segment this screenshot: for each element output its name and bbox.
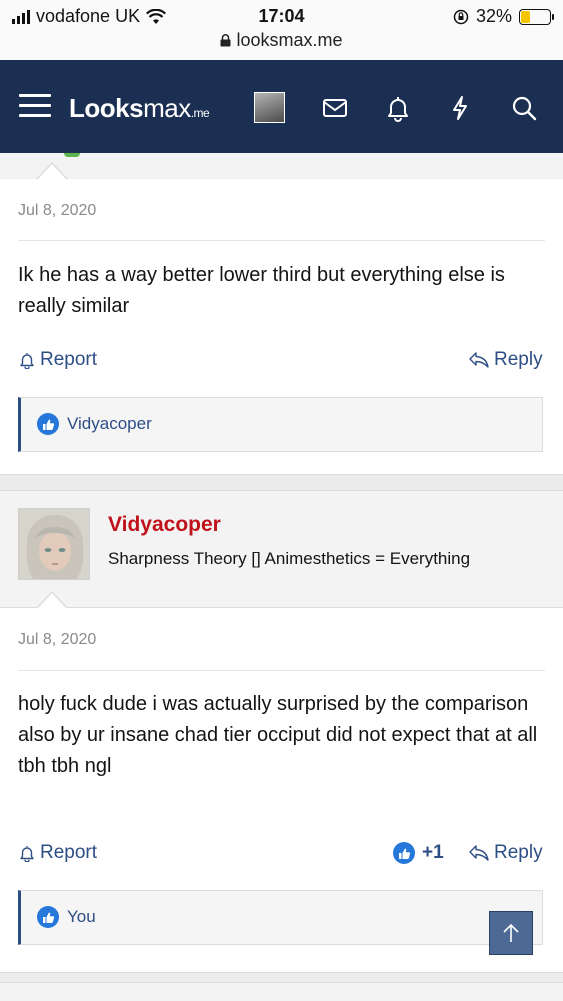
post-date[interactable]: Jul 8, 2020 <box>18 631 96 649</box>
post-caret-fill <box>37 593 67 609</box>
orientation-lock-icon <box>453 9 469 24</box>
menu-icon[interactable] <box>19 94 51 118</box>
reply-icon <box>469 845 489 861</box>
status-bar: vodafone UK 17:04 32% looksmax.me <box>0 0 563 60</box>
post-1: Jul 8, 2020 Ik he has a way better lower… <box>0 162 563 475</box>
divider <box>18 240 545 241</box>
reply-icon <box>469 352 489 368</box>
reactions-label[interactable]: You <box>67 907 96 927</box>
bell-icon[interactable] <box>384 94 412 122</box>
like-icon <box>37 413 59 435</box>
like-count: +1 <box>422 842 444 863</box>
online-indicator <box>64 153 80 157</box>
site-logo[interactable]: Looksmax.me <box>69 93 210 124</box>
report-label: Report <box>40 349 98 370</box>
post-caret-fill <box>37 164 67 180</box>
like-icon <box>37 906 59 928</box>
report-label: Report <box>40 842 98 863</box>
url-text: looksmax.me <box>236 30 343 50</box>
reply-label: Reply <box>494 842 543 863</box>
avatar-portrait <box>19 509 89 579</box>
username[interactable]: Vidyacoper <box>108 513 221 537</box>
search-icon[interactable] <box>510 94 538 122</box>
scroll-to-top-button[interactable] <box>489 911 533 955</box>
bell-icon <box>20 353 34 369</box>
divider <box>18 670 545 671</box>
post-body-line: holy fuck dude i was actually surprised … <box>18 693 529 715</box>
report-button[interactable]: Report <box>18 349 97 371</box>
battery-icon <box>519 8 554 25</box>
report-button[interactable]: Report <box>18 842 97 864</box>
battery-group: 32% <box>453 6 554 27</box>
site-navbar: Looksmax.me <box>0 60 563 153</box>
user-header: Vidyacoper Sharpness Theory [] Animesthe… <box>0 490 563 608</box>
user-title: Sharpness Theory [] Animesthetics = Ever… <box>108 549 471 568</box>
post-body-line: also by ur insane chad tier occiput did … <box>18 724 538 777</box>
like-count-button[interactable]: +1 <box>393 842 444 864</box>
post-body: holy fuck dude i was actually surprised … <box>18 689 545 782</box>
mail-icon[interactable] <box>321 94 349 122</box>
reply-label: Reply <box>494 349 543 370</box>
arrow-up-icon <box>503 923 519 942</box>
lock-icon <box>220 34 231 47</box>
reply-button[interactable]: Reply <box>468 349 543 371</box>
reactions-bar[interactable]: You <box>18 890 543 945</box>
reactions-label[interactable]: Vidyacoper <box>67 414 152 434</box>
post-2: Jul 8, 2020 holy fuck dude i was actuall… <box>0 591 563 973</box>
address-bar[interactable]: looksmax.me <box>0 30 563 51</box>
next-post-header <box>0 982 563 1001</box>
post-body: Ik he has a way better lower third but e… <box>18 264 505 317</box>
avatar[interactable] <box>18 508 90 580</box>
bell-icon <box>20 846 34 862</box>
post-date[interactable]: Jul 8, 2020 <box>18 202 96 220</box>
previous-user-header <box>0 153 563 180</box>
lightning-icon[interactable] <box>446 94 474 122</box>
like-icon <box>393 842 415 864</box>
reactions-bar[interactable]: Vidyacoper <box>18 397 543 452</box>
reply-button[interactable]: Reply <box>468 842 543 864</box>
battery-percent: 32% <box>475 6 512 26</box>
avatar[interactable] <box>254 92 285 123</box>
